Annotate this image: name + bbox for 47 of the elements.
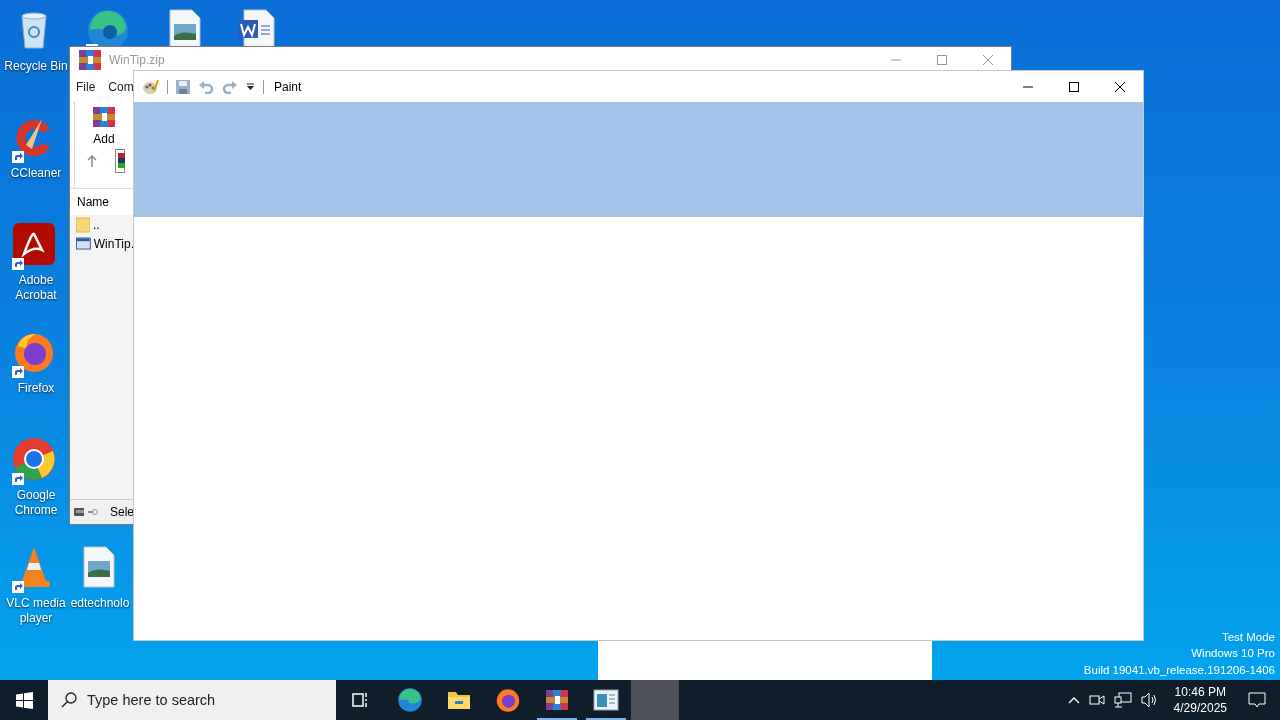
system-info-text: Windows 10 Pro xyxy=(1191,646,1275,661)
file-name[interactable]: .. xyxy=(93,217,100,232)
network-icon[interactable] xyxy=(1113,692,1132,708)
palette-icon xyxy=(143,78,159,95)
add-button[interactable]: Add xyxy=(75,102,133,146)
window-title: Paint xyxy=(274,79,302,94)
drive-icon xyxy=(74,508,84,516)
dropdown-icon[interactable] xyxy=(246,82,255,91)
folder-icon xyxy=(76,216,90,233)
chevron-up-icon[interactable] xyxy=(1067,696,1080,704)
desktop-icon-label[interactable]: Recycle Bin xyxy=(4,59,68,74)
time-text: 10:46 PM xyxy=(1174,684,1226,700)
window-file-icon xyxy=(76,237,91,250)
menu-item[interactable]: Com xyxy=(108,80,134,94)
archive-books-icon[interactable] xyxy=(91,104,117,130)
desktop-icon-label[interactable]: Adobe Acrobat xyxy=(1,273,71,303)
key-icon xyxy=(88,507,98,517)
notification-icon[interactable] xyxy=(1248,691,1266,709)
system-info-text: Build 19041.vb_release.191206-1406 xyxy=(1083,662,1275,678)
archive-icon xyxy=(115,149,125,173)
maximize-icon xyxy=(1069,81,1079,92)
camera-icon[interactable] xyxy=(1088,693,1105,707)
up-arrow-icon[interactable] xyxy=(87,155,97,167)
search-field[interactable]: Type here to search xyxy=(48,680,336,720)
close-icon xyxy=(983,54,993,65)
search-icon xyxy=(61,692,77,708)
paint-window-icon[interactable] xyxy=(593,688,619,712)
windows-logo-icon xyxy=(15,691,33,709)
file-name[interactable]: WinTip. xyxy=(93,236,134,251)
volume-icon[interactable] xyxy=(1140,692,1159,708)
firefox-icon[interactable] xyxy=(495,687,521,713)
close-icon xyxy=(1115,81,1125,92)
archive-books-icon[interactable] xyxy=(544,687,570,713)
column-header[interactable]: Name xyxy=(77,195,109,209)
window-title: WinTip.zip xyxy=(109,52,165,67)
menu-item[interactable]: File xyxy=(76,80,96,94)
save-icon[interactable] xyxy=(176,79,190,94)
desktop-icon-label[interactable]: CCleaner xyxy=(10,166,62,181)
chrome-icon xyxy=(12,437,56,481)
desktop-icon-label[interactable]: Firefox xyxy=(17,381,55,396)
edge-icon[interactable] xyxy=(397,687,423,713)
system-info-text: Test Mode xyxy=(1221,629,1275,645)
clock[interactable]: 10:46 PM 4/29/2025 xyxy=(1173,684,1227,716)
date-text: 4/29/2025 xyxy=(1173,700,1227,716)
status-text: Sele xyxy=(109,505,134,519)
acrobat-icon xyxy=(12,222,56,266)
maximize-icon xyxy=(937,54,947,65)
